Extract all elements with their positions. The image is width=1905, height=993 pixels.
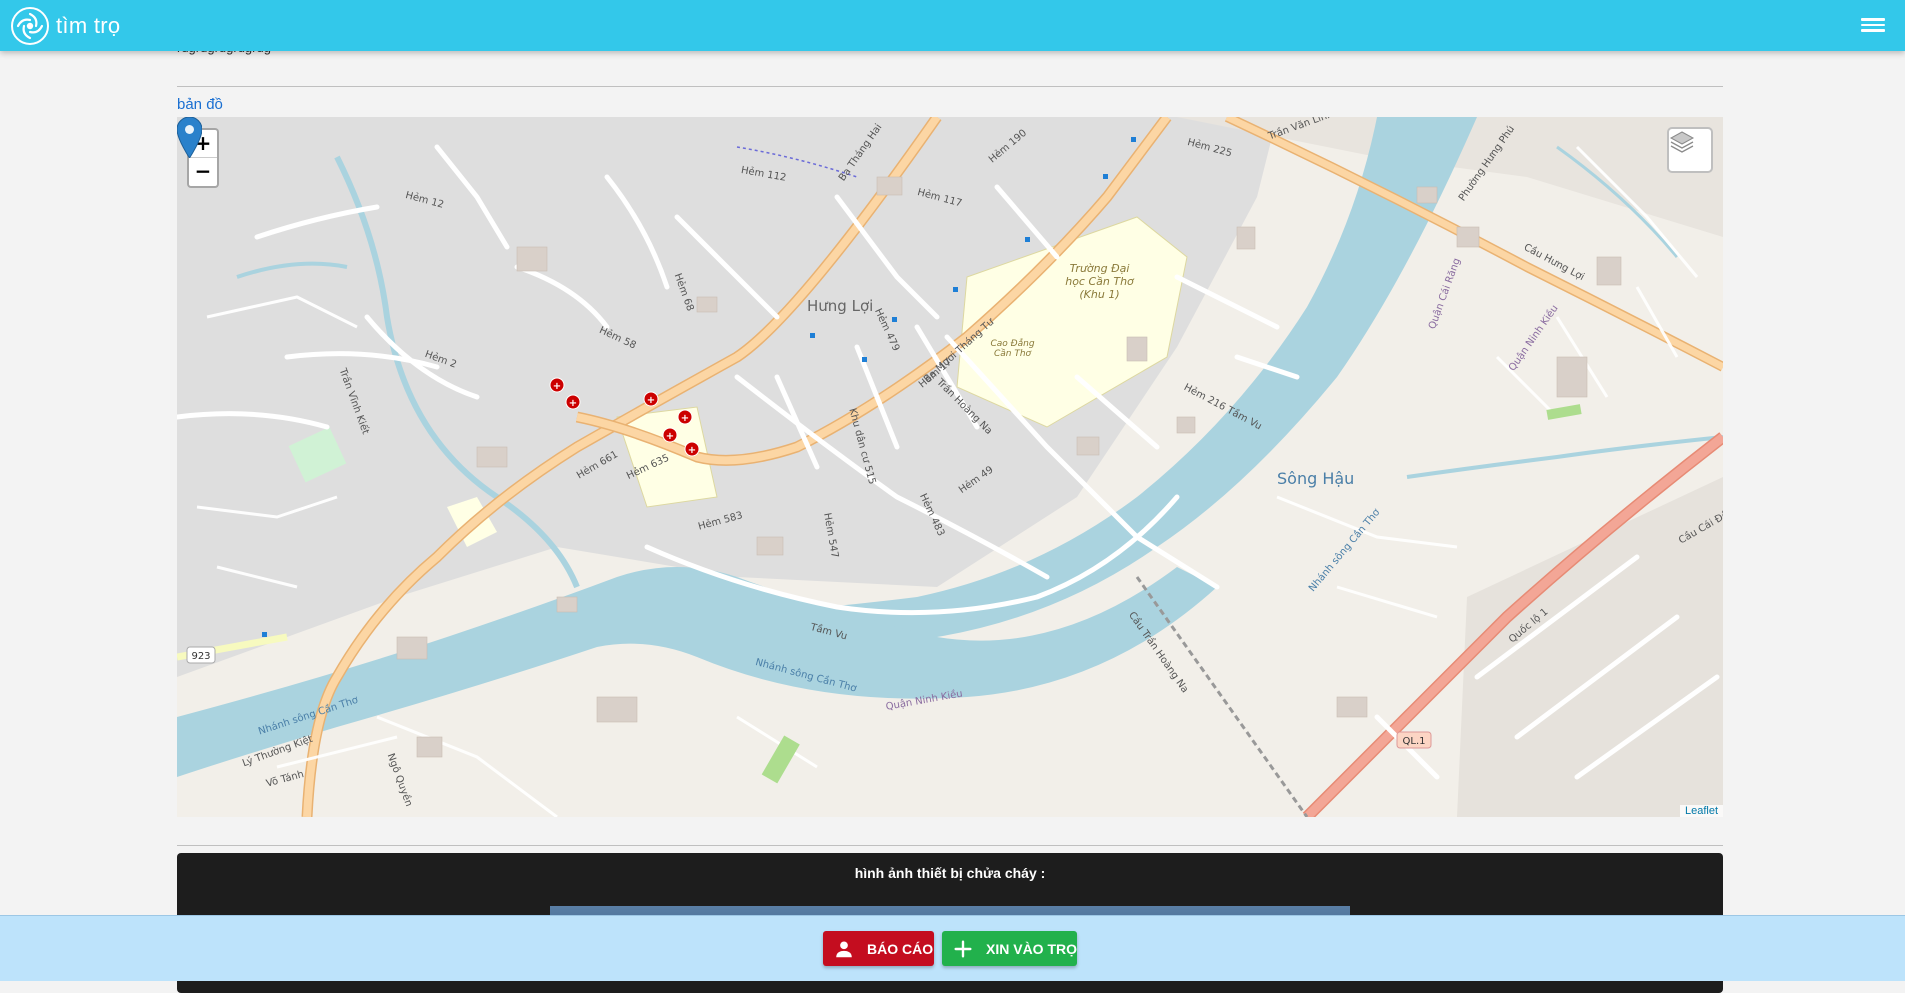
svg-text:+: + — [666, 431, 674, 442]
hamburger-menu-icon[interactable] — [1861, 15, 1885, 37]
svg-text:+: + — [688, 445, 696, 456]
layers-button[interactable] — [1667, 127, 1713, 173]
plus-icon — [954, 939, 972, 958]
apply-rent-button-label: XIN VÀO TRỌ — [986, 940, 1078, 957]
bottom-action-bar: BÁO CÁO XIN VÀO TRỌ — [0, 915, 1905, 981]
map-label-college: Cao Đẳng Cần Thơ — [990, 339, 1035, 359]
top-app-bar: tìm trọ — [0, 0, 1905, 51]
app-name: tìm trọ — [56, 12, 121, 38]
map-label-university: Trường Đại học Cần Thơ (Khu 1) — [1065, 262, 1134, 301]
road-badge-923: 923 — [191, 651, 210, 662]
svg-text:+: + — [647, 395, 655, 406]
map-pin-icon[interactable] — [177, 117, 202, 158]
svg-text:+: + — [681, 413, 689, 424]
fire-equipment-title: hình ảnh thiết bị chửa cháy : — [854, 865, 1046, 881]
swirl-logo-icon — [11, 6, 49, 45]
app-logo[interactable]: tìm trọ — [10, 6, 120, 46]
layers-icon — [1669, 131, 1695, 153]
divider — [177, 845, 1723, 846]
svg-text:+: + — [569, 398, 577, 409]
map-view[interactable]: + + + + + + 923 QL.1 Hưng Lợi Sông Hậu Trườ… — [177, 117, 1723, 817]
apply-rent-button[interactable]: XIN VÀO TRỌ — [942, 931, 1077, 966]
map-label-river: Sông Hậu — [1277, 469, 1355, 488]
person-icon — [836, 940, 852, 957]
map-section-label: bản đồ — [177, 96, 223, 113]
map-label-district: Hưng Lợi — [807, 297, 874, 315]
map-attribution[interactable]: Leaflet — [1679, 805, 1723, 817]
svg-text:+: + — [553, 381, 561, 392]
report-button[interactable]: BÁO CÁO — [823, 931, 934, 966]
report-button-label: BÁO CÁO — [867, 940, 934, 957]
zoom-out-button[interactable]: − — [189, 158, 217, 186]
road-badge-ql1: QL.1 — [1403, 736, 1426, 747]
divider — [177, 86, 1723, 87]
map-tiles: + + + + + + 923 QL.1 — [177, 117, 1723, 817]
